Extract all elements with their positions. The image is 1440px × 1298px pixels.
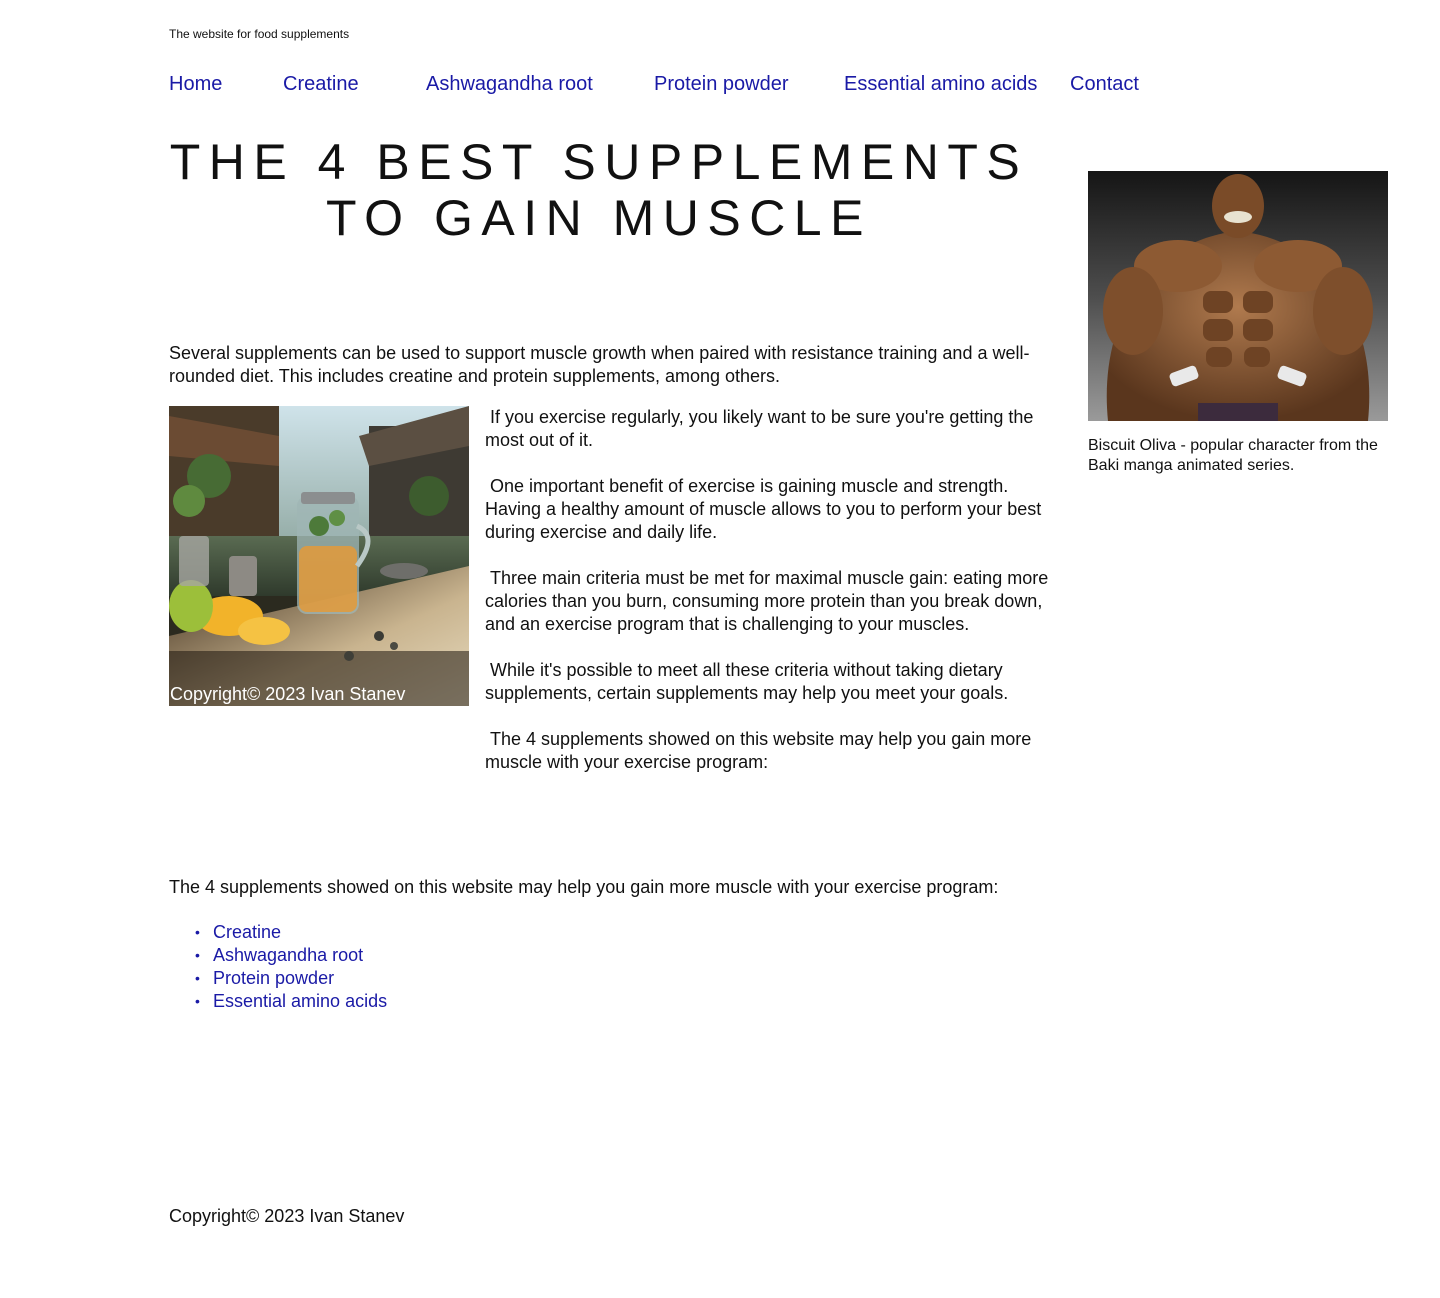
page-title: THE 4 BEST SUPPLEMENTS TO GAIN MUSCLE [169, 134, 1029, 246]
article-paragraph: One important benefit of exercise is gai… [485, 476, 1047, 542]
supplement-link-ashwagandha-root[interactable]: Ashwagandha root [213, 945, 363, 965]
article-paragraph: While it's possible to meet all these cr… [485, 660, 1009, 703]
supplement-link-essential-amino-acids[interactable]: Essential amino acids [213, 991, 387, 1011]
sidebar-caption: Biscuit Oliva - popular character from t… [1088, 437, 1378, 474]
sidebar-figure: Biscuit Oliva - popular character from t… [1088, 171, 1388, 476]
page-title-line-1: THE 4 BEST SUPPLEMENTS [169, 134, 1029, 190]
sidebar-photo-biscuit-oliva [1088, 171, 1388, 421]
article-paragraph: Three main criteria must be met for maxi… [485, 568, 1054, 634]
nav-link-creatine[interactable]: Creatine [283, 72, 359, 96]
article-paragraph: If you exercise regularly, you likely wa… [485, 407, 1039, 450]
article-body: If you exercise regularly, you likely wa… [485, 406, 1055, 797]
nav-link-contact[interactable]: Contact [1070, 72, 1139, 96]
feature-photo-illustration [169, 406, 469, 706]
list-intro: The 4 supplements showed on this website… [169, 877, 999, 897]
nav-link-ashwagandha-root[interactable]: Ashwagandha root [426, 72, 593, 96]
intro-paragraph: Several supplements can be used to suppo… [169, 343, 1030, 386]
nav-link-home[interactable]: Home [169, 72, 222, 96]
main-navigation: Home Creatine Ashwagandha root Protein p… [0, 72, 1440, 98]
nav-link-essential-amino-acids[interactable]: Essential amino acids [844, 72, 1037, 96]
list-item: Creatine [169, 921, 387, 944]
article-paragraph: The 4 supplements showed on this website… [485, 729, 1037, 772]
sidebar-photo-illustration [1088, 171, 1388, 421]
feature-photo-credit: Copyright© 2023 Ivan Stanev [170, 684, 406, 704]
page-title-line-2: TO GAIN MUSCLE [326, 190, 872, 246]
site-tagline: The website for food supplements [169, 27, 350, 41]
list-item: Essential amino acids [169, 990, 387, 1013]
feature-photo-supplements-drink: Copyright© 2023 Ivan Stanev [169, 406, 469, 706]
supplement-list: Creatine Ashwagandha root Protein powder… [169, 921, 387, 1013]
list-item: Protein powder [169, 967, 387, 990]
supplement-link-protein-powder[interactable]: Protein powder [213, 968, 334, 988]
list-item: Ashwagandha root [169, 944, 387, 967]
footer-copyright: Copyright© 2023 Ivan Stanev [169, 1206, 405, 1226]
nav-link-protein-powder[interactable]: Protein powder [654, 72, 789, 96]
supplement-link-creatine[interactable]: Creatine [213, 922, 281, 942]
